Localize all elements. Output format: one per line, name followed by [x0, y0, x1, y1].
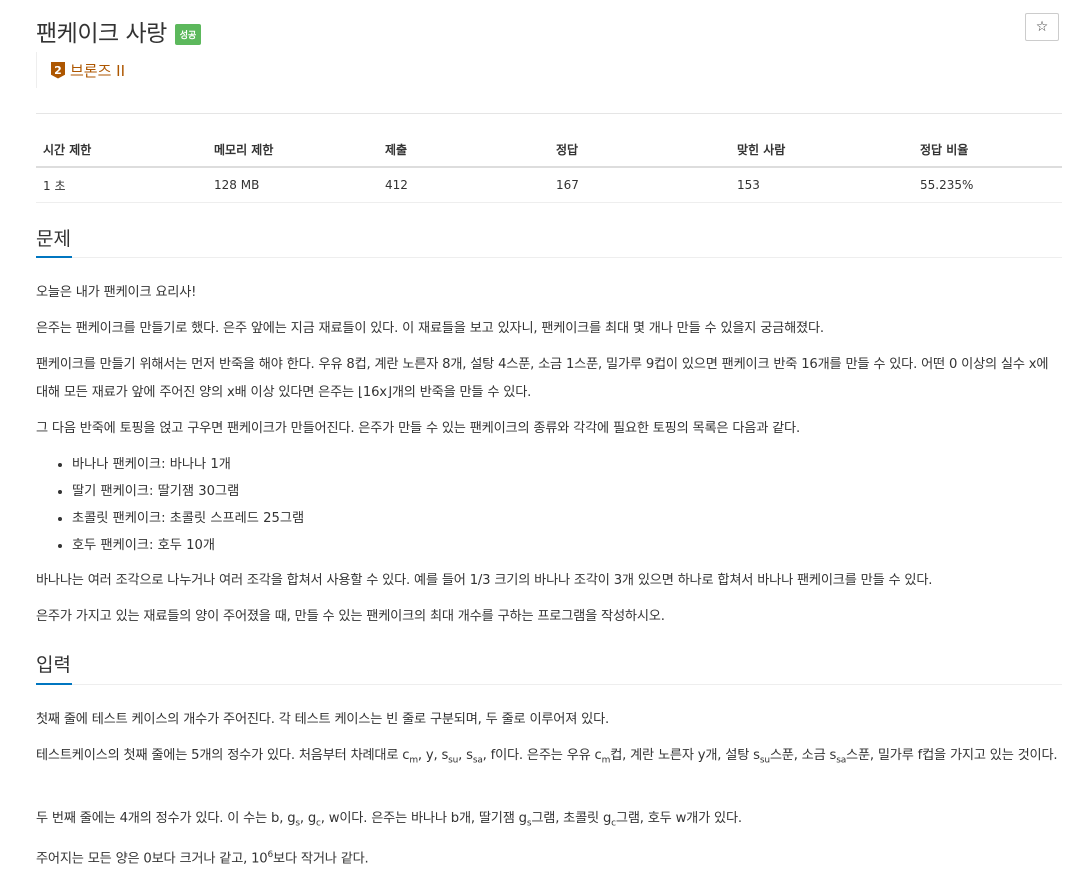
description-paragraph: 그 다음 반죽에 토핑을 얹고 구우면 팬케이크가 만들어진다. 은주가 만들 … [36, 421, 800, 436]
tier-info: 2 브론즈 II [36, 52, 125, 88]
section-accent [36, 256, 72, 258]
star-icon: ☆ [1035, 19, 1049, 35]
stats-header: 메모리 제한 [207, 132, 378, 168]
description-paragraph: 팬케이크를 만들기 위해서는 먼저 반죽을 해야 한다. 우유 8컵, 계란 노… [36, 357, 1049, 400]
stats-cell: 412 [378, 167, 549, 203]
input-paragraph: 두 번째 줄에는 4개의 정수가 있다. 이 수는 b, gs, gc, w이다… [36, 811, 742, 829]
section-divider [36, 257, 1062, 258]
stats-cell: 1 초 [36, 167, 207, 203]
section-divider [36, 684, 1062, 685]
stats-header: 시간 제한 [36, 132, 207, 168]
stats-cell: 167 [549, 167, 730, 203]
section-title-problem: 문제 [36, 228, 71, 250]
stats-header: 맞힌 사람 [730, 132, 913, 168]
problem-page: 팬케이크 사랑 성공 ☆ 2 브론즈 II 시간 제한 메모리 제한 제출 정답… [0, 0, 1092, 876]
topping-list: 바나나 팬케이크: 바나나 1개 딸기 팬케이크: 딸기잼 30그램 초콜릿 팬… [36, 451, 304, 559]
favorite-button[interactable]: ☆ [1025, 13, 1059, 41]
list-item: 딸기 팬케이크: 딸기잼 30그램 [72, 478, 304, 505]
status-badge: 성공 [174, 23, 202, 45]
divider [36, 113, 1062, 114]
description-paragraph: 바나나는 여러 조각으로 나누거나 여러 조각을 합쳐서 사용할 수 있다. 예… [36, 573, 933, 588]
stats-header: 정답 비율 [913, 132, 1062, 168]
stats-header: 정답 [549, 132, 730, 168]
tier-label[interactable]: 브론즈 II [70, 60, 125, 81]
problem-header: 팬케이크 사랑 성공 [36, 14, 202, 48]
stats-row: 1 초 128 MB 412 167 153 55.235% [36, 167, 1062, 203]
section-title-input: 입력 [36, 654, 71, 676]
description-paragraph: 은주가 가지고 있는 재료들의 양이 주어졌을 때, 만들 수 있는 팬케이크의… [36, 609, 665, 624]
stats-cell: 128 MB [207, 167, 378, 203]
problem-title: 팬케이크 사랑 [36, 21, 167, 47]
description-paragraph: 오늘은 내가 팬케이크 요리사! [36, 285, 197, 300]
list-item: 초콜릿 팬케이크: 초콜릿 스프레드 25그램 [72, 505, 304, 532]
section-accent [36, 683, 72, 685]
list-item: 바나나 팬케이크: 바나나 1개 [72, 451, 304, 478]
input-paragraph: 주어지는 모든 양은 0보다 크거나 같고, 106보다 작거나 같다. [36, 850, 369, 867]
tier-icon: 2 [51, 61, 65, 79]
stats-cell: 55.235% [913, 167, 1062, 203]
stats-cell: 153 [730, 167, 913, 203]
description-paragraph: 은주는 팬케이크를 만들기로 했다. 은주 앞에는 지금 재료들이 있다. 이 … [36, 321, 824, 336]
input-paragraph: 테스트케이스의 첫째 줄에는 5개의 정수가 있다. 처음부터 차례대로 cm,… [36, 748, 1058, 766]
input-paragraph: 첫째 줄에 테스트 케이스의 개수가 주어진다. 각 테스트 케이스는 빈 줄로… [36, 712, 610, 727]
list-item: 호두 팬케이크: 호두 10개 [72, 532, 304, 559]
stats-header: 제출 [378, 132, 549, 168]
problem-stats-table: 시간 제한 메모리 제한 제출 정답 맞힌 사람 정답 비율 1 초 128 M… [36, 132, 1062, 203]
stats-header-row: 시간 제한 메모리 제한 제출 정답 맞힌 사람 정답 비율 [36, 132, 1062, 168]
